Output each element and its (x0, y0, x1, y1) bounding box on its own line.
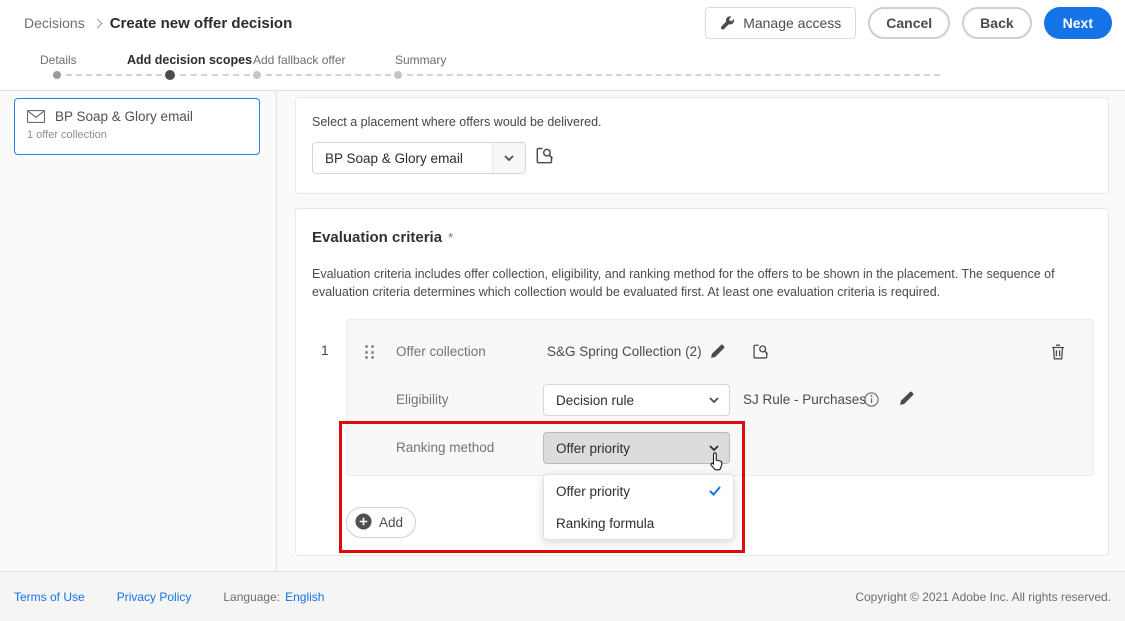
decision-scope-card[interactable]: BP Soap & Glory email 1 offer collection (14, 98, 260, 155)
plus-circle-icon (355, 513, 372, 533)
chevron-right-icon (92, 19, 102, 29)
criteria-row-number: 1 (321, 342, 329, 358)
language-value-link[interactable]: English (285, 590, 324, 604)
info-icon (864, 392, 879, 410)
next-button[interactable]: Next (1044, 7, 1112, 39)
evaluation-description: Evaluation criteria includes offer colle… (312, 265, 1094, 301)
required-asterisk: * (448, 230, 453, 245)
step-connector (66, 74, 162, 76)
manage-access-label: Manage access (743, 15, 841, 31)
step-summary: Summary (395, 53, 446, 67)
eligibility-label: Eligibility (396, 384, 449, 416)
offer-collection-value: S&G Spring Collection (2) (547, 336, 702, 368)
offer-collection-label: Offer collection (396, 336, 486, 368)
menu-item-label: Offer priority (556, 484, 701, 499)
chevron-down-icon (699, 433, 729, 463)
browse-preview-icon (752, 343, 769, 363)
preview-offer-collection-button[interactable] (752, 343, 769, 363)
chevron-down-icon (699, 385, 729, 415)
language-label: Language: (223, 590, 280, 604)
step-dot-details (53, 71, 61, 79)
edit-offer-collection-button[interactable] (710, 344, 725, 362)
criteria-card: Offer collection S&G Spring Collection (… (346, 319, 1094, 476)
scope-card-title: BP Soap & Glory email (55, 109, 193, 124)
browse-preview-icon (535, 146, 554, 168)
ranking-method-dropdown[interactable]: Offer priority (543, 432, 730, 464)
drag-handle-icon[interactable] (365, 345, 374, 359)
evaluation-criteria-panel: Evaluation criteria * Evaluation criteri… (295, 208, 1109, 556)
step-dot-add-decision-scopes (165, 70, 175, 80)
breadcrumb: Decisions Create new offer decision (24, 15, 292, 32)
terms-of-use-link[interactable]: Terms of Use (14, 590, 85, 604)
page-title: Create new offer decision (110, 15, 293, 32)
back-button[interactable]: Back (962, 7, 1031, 39)
eligibility-dropdown[interactable]: Decision rule (543, 384, 730, 416)
placement-instruction: Select a placement where offers would be… (312, 115, 602, 129)
scope-card-subtitle: 1 offer collection (27, 129, 247, 141)
cancel-button[interactable]: Cancel (868, 7, 950, 39)
evaluation-title: Evaluation criteria (312, 229, 442, 246)
copyright-text: Copyright © 2021 Adobe Inc. All rights r… (855, 590, 1111, 604)
placement-preview-button[interactable] (535, 146, 554, 168)
step-connector (180, 74, 250, 76)
placement-dropdown[interactable]: BP Soap & Glory email (312, 142, 526, 174)
pencil-icon (899, 391, 914, 409)
step-add-fallback-offer: Add fallback offer (253, 53, 346, 67)
add-criteria-button[interactable]: Add (346, 507, 416, 538)
step-details: Details (40, 53, 77, 67)
eligibility-rule-name: SJ Rule - Purchases (743, 384, 866, 416)
menu-item-label: Ranking formula (556, 516, 721, 531)
placement-dropdown-value: BP Soap & Glory email (313, 151, 492, 166)
menu-item-offer-priority[interactable]: Offer priority (544, 475, 733, 507)
step-connector (266, 74, 391, 76)
step-list: Details Add decision scopes Add fallback… (0, 46, 1125, 91)
add-label: Add (379, 515, 403, 530)
wrench-icon (720, 16, 735, 31)
footer: Terms of Use Privacy Policy Language: En… (0, 571, 1125, 621)
placement-panel: Select a placement where offers would be… (295, 97, 1109, 194)
top-header: Decisions Create new offer decision Mana… (0, 0, 1125, 46)
ranking-method-dropdown-value: Offer priority (544, 441, 699, 456)
manage-access-button[interactable]: Manage access (705, 7, 856, 39)
privacy-policy-link[interactable]: Privacy Policy (117, 590, 192, 604)
trash-icon (1051, 344, 1065, 363)
edit-rule-button[interactable] (899, 391, 914, 409)
chevron-down-icon (492, 143, 525, 173)
header-actions: Manage access Cancel Back Next (705, 7, 1112, 39)
pencil-icon (710, 344, 725, 362)
content-area: BP Soap & Glory email 1 offer collection… (0, 91, 1125, 571)
step-dot-summary (394, 71, 402, 79)
step-add-decision-scopes: Add decision scopes (127, 53, 252, 67)
step-dot-add-fallback-offer (253, 71, 261, 79)
ranking-method-menu: Offer priority Ranking formula (543, 474, 734, 540)
rule-info-button[interactable] (864, 392, 879, 410)
language-selector: Language: English (223, 590, 324, 604)
breadcrumb-decisions-link[interactable]: Decisions (24, 15, 85, 31)
checkmark-icon (709, 484, 721, 499)
menu-item-ranking-formula[interactable]: Ranking formula (544, 507, 733, 539)
delete-criteria-button[interactable] (1051, 344, 1065, 363)
eligibility-dropdown-value: Decision rule (544, 393, 699, 408)
ranking-method-label: Ranking method (396, 432, 494, 464)
step-connector (407, 74, 940, 76)
envelope-icon (27, 110, 45, 123)
scopes-sidebar: BP Soap & Glory email 1 offer collection (0, 91, 277, 571)
